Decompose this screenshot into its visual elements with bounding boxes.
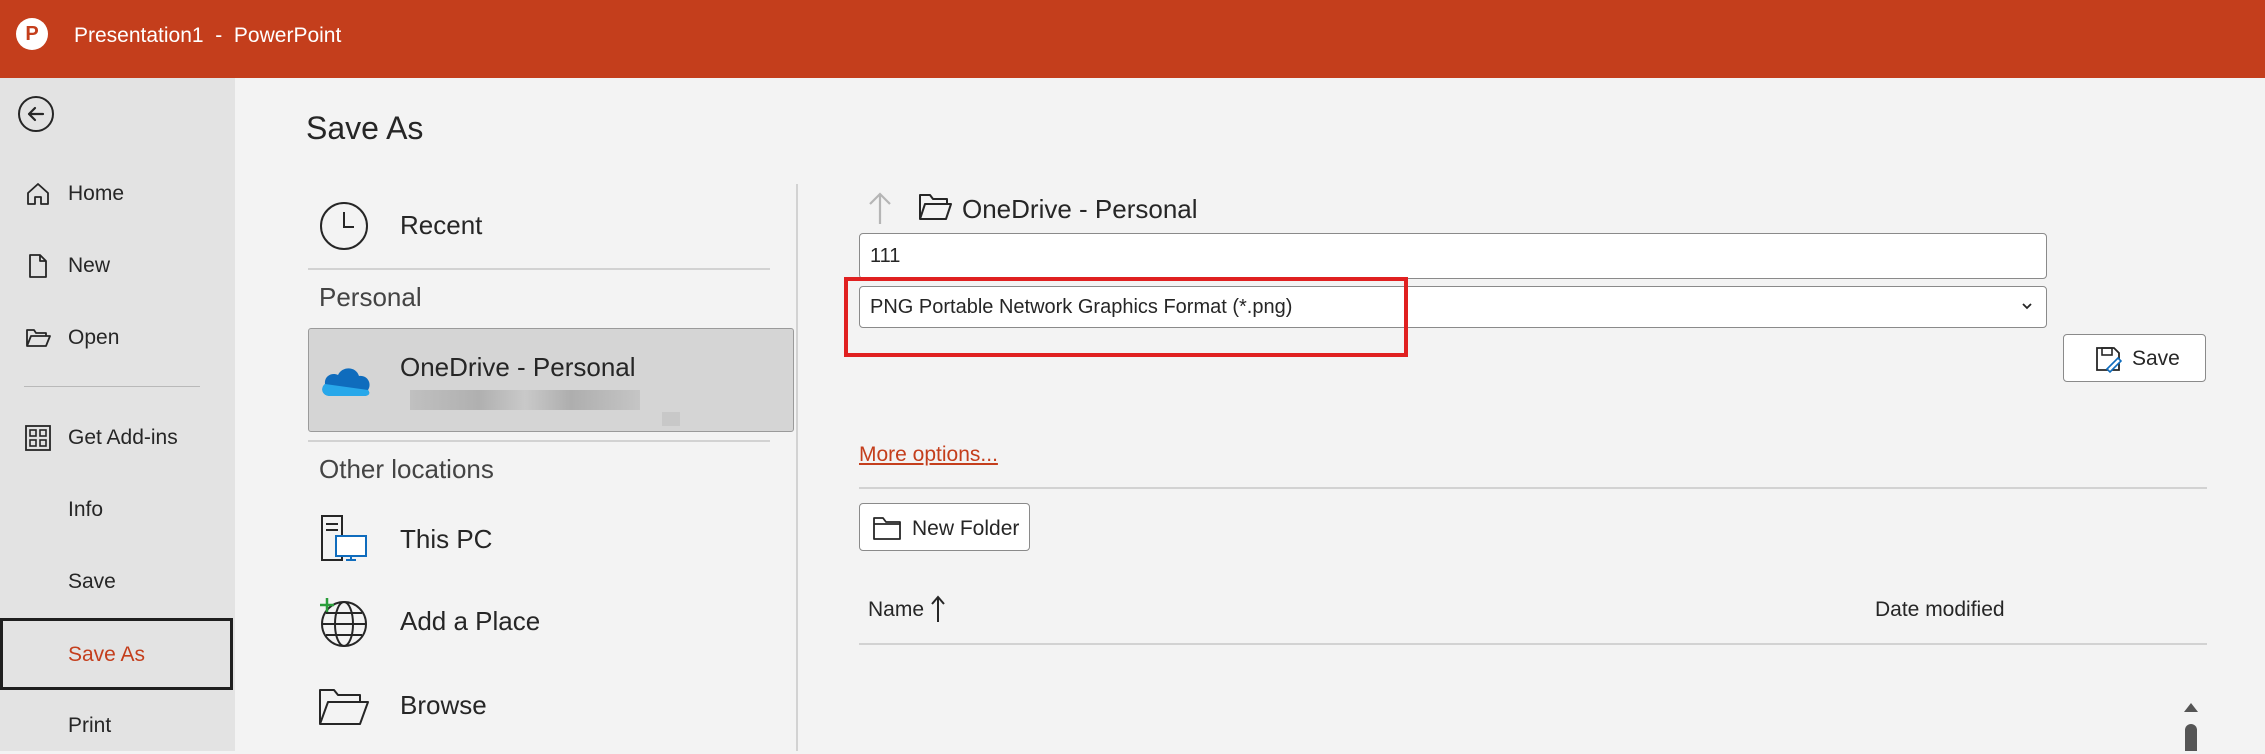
page-title: Save As [306, 110, 424, 146]
window-title: Presentation1 - PowerPoint [74, 24, 342, 47]
filename-input[interactable] [859, 233, 2047, 279]
location-recent[interactable]: Recent [308, 182, 794, 266]
nav-item-new[interactable]: New [0, 238, 235, 294]
location-add-a-place[interactable]: Add a Place [308, 578, 794, 662]
grid-icon [25, 425, 51, 451]
divider [859, 643, 2207, 645]
nav-item-label: Save [68, 570, 116, 593]
open-folder-icon [26, 329, 51, 347]
nav-item-label: New [68, 254, 111, 277]
nav-item-get-add-ins[interactable]: Get Add-ins [0, 410, 235, 466]
new-folder-button[interactable]: New Folder [859, 503, 1030, 551]
nav-item-label: Home [68, 182, 125, 205]
nav-item-label: Info [68, 498, 104, 521]
blurred-account-email [410, 390, 640, 410]
clock-icon [320, 202, 368, 250]
folder-icon [919, 194, 952, 220]
save-icon [2096, 347, 2122, 373]
highlight-annotation-box [844, 277, 1408, 357]
location-this-pc[interactable]: This PC [308, 496, 794, 580]
sort-ascending-arrow-icon [931, 595, 945, 622]
onedrive-label: OneDrive - Personal [400, 352, 636, 382]
location-browse[interactable]: Browse [308, 662, 794, 746]
nav-divider [24, 386, 200, 387]
this-pc-icon [321, 515, 367, 561]
nav-item-label: Print [68, 714, 112, 737]
divider [308, 268, 770, 270]
nav-item-info[interactable]: Info [0, 482, 235, 538]
location-label: Recent [400, 210, 483, 240]
nav-item-save[interactable]: Save [0, 554, 235, 610]
scroll-up-arrow-icon[interactable] [2182, 700, 2200, 714]
current-path[interactable]: OneDrive - Personal [962, 194, 1198, 225]
nav-item-home[interactable]: Home [0, 166, 235, 222]
nav-item-save-as[interactable]: Save As [0, 618, 233, 690]
divider [308, 440, 770, 442]
chevron-down-icon [2022, 303, 2032, 310]
save-button[interactable]: Save [2063, 334, 2206, 382]
location-label: Browse [400, 690, 487, 720]
powerpoint-logo-icon: P [16, 18, 48, 50]
globe-add-icon [320, 598, 367, 647]
folder-icon [873, 517, 901, 540]
onedrive-cloud-icon [322, 368, 370, 396]
blurred-account-email [662, 412, 680, 426]
more-options-link[interactable]: More options... [859, 443, 998, 467]
column-header-name[interactable]: Name [868, 598, 924, 622]
nav-item-label: Open [68, 326, 120, 349]
home-icon [27, 183, 49, 205]
nav-item-print[interactable]: Print [0, 698, 235, 754]
back-button[interactable] [18, 96, 54, 132]
save-button-label: Save [2132, 347, 2180, 370]
section-other-locations: Other locations [319, 454, 494, 484]
nav-item-label: Save As [68, 643, 146, 666]
folder-browse-icon [319, 689, 369, 725]
divider [859, 487, 2207, 489]
location-label: This PC [400, 524, 493, 554]
document-icon [29, 254, 47, 278]
nav-item-label: Get Add-ins [68, 426, 178, 449]
location-label: Add a Place [400, 606, 541, 636]
nav-item-open[interactable]: Open [0, 310, 235, 366]
column-header-date-modified[interactable]: Date modified [1875, 598, 2005, 622]
up-folder-arrow-icon[interactable] [866, 190, 894, 226]
back-arrow-icon [27, 106, 45, 122]
new-folder-label: New Folder [912, 517, 1020, 540]
scrollbar-thumb[interactable] [2185, 724, 2197, 751]
column-separator [796, 184, 798, 751]
section-personal: Personal [319, 282, 422, 312]
